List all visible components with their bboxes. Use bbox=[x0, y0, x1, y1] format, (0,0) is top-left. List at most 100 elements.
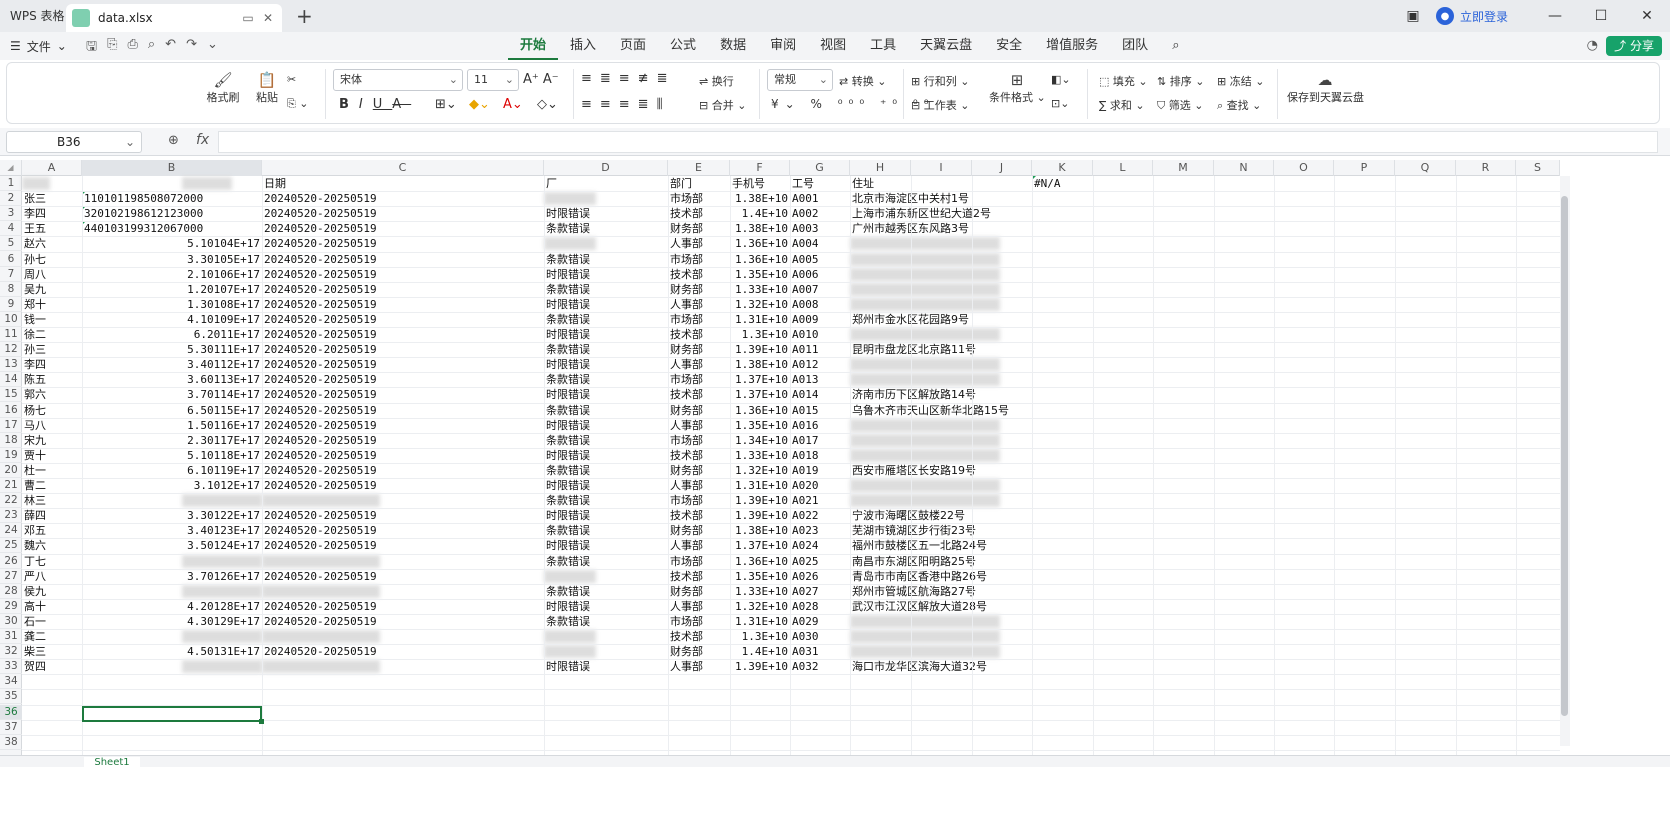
cell-e7[interactable]: 技术部 bbox=[670, 267, 728, 282]
column-header-l[interactable]: L bbox=[1093, 160, 1153, 176]
cell-e13[interactable]: 人事部 bbox=[670, 357, 728, 372]
share-button[interactable]: ⤴ 分享 bbox=[1606, 36, 1662, 56]
fx-icon[interactable]: fx bbox=[196, 132, 209, 148]
row-header-13[interactable]: 13 bbox=[0, 357, 22, 373]
cell-h20[interactable]: 西安市雁塔区长安路19号 bbox=[852, 463, 1152, 478]
cell-a16[interactable]: 杨七 bbox=[24, 403, 80, 418]
cell-h1[interactable]: 住址 bbox=[852, 176, 1152, 191]
border-icon[interactable]: ⊞⌄ bbox=[435, 97, 457, 112]
message-icon[interactable]: ◔ bbox=[1587, 38, 1598, 53]
row-header-38[interactable]: 38 bbox=[0, 735, 22, 750]
cell-e10[interactable]: 市场部 bbox=[670, 312, 728, 327]
cell-d24[interactable]: 条款错误 bbox=[546, 523, 666, 538]
file-tab[interactable]: data.xlsx ▭ ✕ bbox=[66, 4, 282, 32]
cell-g32[interactable]: A031 bbox=[792, 644, 848, 659]
cell-b21[interactable]: 3.1012E+17 bbox=[84, 478, 260, 493]
cell-c13[interactable]: 20240520-20250519 bbox=[264, 357, 542, 372]
cell-h24[interactable]: 芜湖市镜湖区步行街23号 bbox=[852, 523, 1152, 538]
app-home-tab[interactable]: WPS 表格 bbox=[0, 0, 75, 32]
more-icon[interactable]: ⌄ bbox=[207, 37, 218, 59]
row-header-34[interactable]: 34 bbox=[0, 674, 22, 690]
cell-e27[interactable]: 技术部 bbox=[670, 569, 728, 584]
column-header-m[interactable]: M bbox=[1153, 160, 1214, 176]
cell-c23[interactable]: 20240520-20250519 bbox=[264, 508, 542, 523]
cell-f22[interactable]: 1.39E+10 bbox=[732, 493, 788, 508]
find-button[interactable]: ⌕ 查找 ⌄ bbox=[1217, 97, 1261, 113]
cell-b6[interactable]: 3.30105E+17 bbox=[84, 252, 260, 267]
column-header-g[interactable]: G bbox=[790, 160, 850, 176]
column-header-r[interactable]: R bbox=[1456, 160, 1516, 176]
number-format-select[interactable]: 常规 ⌄ bbox=[767, 69, 833, 91]
cell-d21[interactable]: 时限错误 bbox=[546, 478, 666, 493]
cell-f5[interactable]: 1.36E+10 bbox=[732, 236, 788, 251]
column-header-s[interactable]: S bbox=[1516, 160, 1560, 176]
cell-e30[interactable]: 市场部 bbox=[670, 614, 728, 629]
cell-c12[interactable]: 20240520-20250519 bbox=[264, 342, 542, 357]
maximize-icon[interactable]: ☐ bbox=[1578, 8, 1624, 24]
cell-e29[interactable]: 人事部 bbox=[670, 599, 728, 614]
rows-cols-button[interactable]: ⊞ 行和列 ⌄ bbox=[911, 73, 969, 89]
cell-c25[interactable]: 20240520-20250519 bbox=[264, 538, 542, 553]
tab-home[interactable]: 开始 bbox=[508, 32, 559, 60]
cell-f33[interactable]: 1.39E+10 bbox=[732, 659, 788, 674]
cell-g11[interactable]: A010 bbox=[792, 327, 848, 342]
row-header-4[interactable]: 4 bbox=[0, 221, 22, 237]
cell-d22[interactable]: 条款错误 bbox=[546, 493, 666, 508]
login-button[interactable]: ● 立即登录 bbox=[1435, 7, 1508, 25]
cell-d33[interactable]: 时限错误 bbox=[546, 659, 666, 674]
cell-b9[interactable]: 1.30108E+17 bbox=[84, 297, 260, 312]
cell-g22[interactable]: A021 bbox=[792, 493, 848, 508]
cell-h28[interactable]: 郑州市管城区航海路27号 bbox=[852, 584, 1152, 599]
cell-d19[interactable]: 时限错误 bbox=[546, 448, 666, 463]
column-header-j[interactable]: J bbox=[972, 160, 1032, 176]
column-header-f[interactable]: F bbox=[730, 160, 790, 176]
search-icon[interactable]: ⌕ bbox=[1160, 32, 1191, 60]
cell-f1[interactable]: 手机号 bbox=[732, 176, 788, 191]
cell-e21[interactable]: 人事部 bbox=[670, 478, 728, 493]
selected-cell[interactable] bbox=[82, 706, 264, 724]
row-header-1[interactable]: 1 bbox=[0, 176, 22, 191]
cell-e6[interactable]: 市场部 bbox=[670, 252, 728, 267]
paste-button[interactable]: 📋 粘贴 bbox=[247, 71, 287, 105]
name-box[interactable]: B36 ⌄ bbox=[6, 131, 142, 153]
cell-e23[interactable]: 技术部 bbox=[670, 508, 728, 523]
format-painter-button[interactable]: 🖌 格式刷 bbox=[203, 71, 243, 105]
cell-h12[interactable]: 昆明市盘龙区北京路11号 bbox=[852, 342, 1152, 357]
save-cloud-button[interactable]: ☁ 保存到天翼云盘 bbox=[1287, 71, 1364, 105]
cell-b10[interactable]: 4.10109E+17 bbox=[84, 312, 260, 327]
row-header-3[interactable]: 3 bbox=[0, 206, 22, 222]
cell-d28[interactable]: 条款错误 bbox=[546, 584, 666, 599]
row-header-27[interactable]: 27 bbox=[0, 569, 22, 584]
minimize-icon[interactable]: — bbox=[1532, 8, 1578, 24]
cell-f15[interactable]: 1.37E+10 bbox=[732, 387, 788, 402]
row-header-24[interactable]: 24 bbox=[0, 523, 22, 539]
cell-g31[interactable]: A030 bbox=[792, 629, 848, 644]
cell-c16[interactable]: 20240520-20250519 bbox=[264, 403, 542, 418]
row-header-5[interactable]: 5 bbox=[0, 236, 22, 252]
cell-a12[interactable]: 孙三 bbox=[24, 342, 80, 357]
cell-a33[interactable]: 贺四 bbox=[24, 659, 80, 674]
cell-d16[interactable]: 条款错误 bbox=[546, 403, 666, 418]
cell-c14[interactable]: 20240520-20250519 bbox=[264, 372, 542, 387]
row-header-22[interactable]: 22 bbox=[0, 493, 22, 509]
convert-button[interactable]: ⇄ 转换 ⌄ bbox=[839, 73, 886, 89]
tab-tools[interactable]: 工具 bbox=[858, 32, 908, 60]
redo-icon[interactable]: ↷ bbox=[186, 37, 197, 59]
cell-g16[interactable]: A015 bbox=[792, 403, 848, 418]
cell-b17[interactable]: 1.50116E+17 bbox=[84, 418, 260, 433]
cell-f32[interactable]: 1.4E+10 bbox=[732, 644, 788, 659]
cell-e14[interactable]: 市场部 bbox=[670, 372, 728, 387]
cell-c24[interactable]: 20240520-20250519 bbox=[264, 523, 542, 538]
cell-c4[interactable]: 20240520-20250519 bbox=[264, 221, 542, 236]
cell-h25[interactable]: 福州市鼓楼区五一北路24号 bbox=[852, 538, 1152, 553]
merge-button[interactable]: ⊟ 合并 ⌄ bbox=[699, 97, 746, 113]
column-header-k[interactable]: K bbox=[1032, 160, 1093, 176]
cell-g5[interactable]: A004 bbox=[792, 236, 848, 251]
cell-g26[interactable]: A025 bbox=[792, 554, 848, 569]
cell-e20[interactable]: 财务部 bbox=[670, 463, 728, 478]
cell-c32[interactable]: 20240520-20250519 bbox=[264, 644, 542, 659]
cell-a21[interactable]: 曹二 bbox=[24, 478, 80, 493]
undo-icon[interactable]: ↶ bbox=[165, 37, 176, 59]
row-header-37[interactable]: 37 bbox=[0, 720, 22, 735]
cell-d15[interactable]: 时限错误 bbox=[546, 387, 666, 402]
